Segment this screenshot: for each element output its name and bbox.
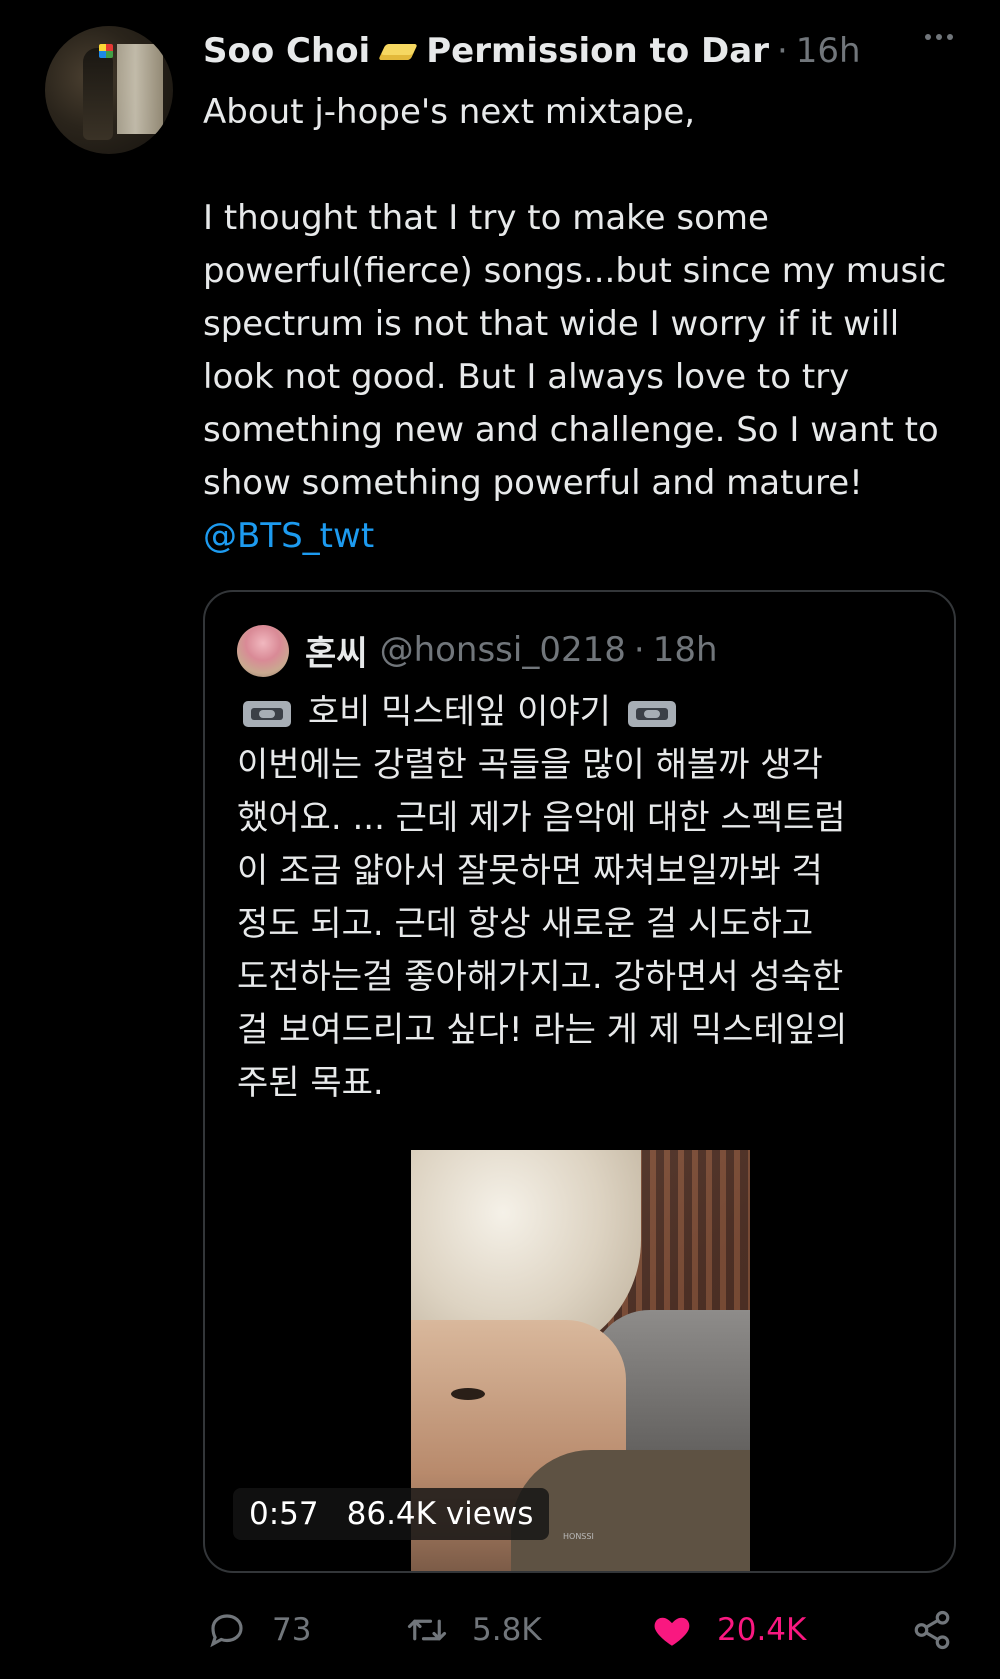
quoted-line: 했어요. ... 근데 제가 음악에 대한 스펙트럼 [237,798,846,838]
share-icon [914,1610,950,1650]
butter-icon [378,36,418,66]
quoted-tweet-text: 호비 믹스테잎 이야기 이번에는 강렬한 곡들을 많이 해볼까 생각 했어요. … [237,686,937,1110]
heart-icon [654,1617,690,1646]
quoted-line: 도전하는걸 좋아해가지고. 강하면서 성숙한 [237,957,844,997]
tweet-actions: 73 5.8K 20.4K [206,1605,966,1655]
tweet-line: About j-hope's next mixtape, [203,92,696,132]
retweet-count: 5.8K [472,1612,542,1648]
retweet-button[interactable]: 5.8K [406,1605,542,1655]
header-separator: · [776,31,788,71]
quoted-tweet-header: 혼씨 @honssi_0218 · 18h [305,622,718,678]
video-duration: 0:57 [249,1496,319,1532]
quoted-line: 이번에는 강렬한 곡들을 많이 해볼까 생각 [237,745,823,785]
avatar-sticker [99,44,113,58]
quoted-line: 주된 목표. [237,1063,384,1103]
tweet-line: spectrum is not that wide I worry if it … [203,304,900,344]
tweet-line [203,139,973,192]
quoted-separator: · [633,630,645,670]
video-info-badge: 0:57 86.4K views [233,1488,550,1540]
tweet-line: I thought that I try to make some [203,198,769,238]
quoted-line: 걸 보여드리고 싶다! 라는 게 제 믹스테잎의 [237,1010,848,1050]
reply-count: 73 [272,1612,312,1648]
tweet-line: show something powerful and mature! [203,463,863,503]
quoted-display-name[interactable]: 혼씨 [305,626,368,675]
tweet-text: About j-hope's next mixtape, I thought t… [203,86,973,563]
avatar-figure [83,48,113,140]
quoted-line: 정도 되고. 근데 항상 새로운 걸 시도하고 [237,904,814,944]
video-watermark: HONSSI [563,1532,594,1541]
quoted-handle[interactable]: @honssi_0218 [380,630,626,670]
vhs-cassette-icon [243,700,291,727]
tweet-header: Soo Choi Permission to Dar · 16h [203,28,963,74]
like-button[interactable]: 20.4K [651,1605,806,1655]
tweet-time[interactable]: 16h [796,31,861,71]
video-eye [451,1388,485,1400]
quoted-line: 이 조금 얇아서 잘못하면 짜쳐보일까봐 걱 [237,851,823,891]
share-button[interactable] [911,1605,977,1655]
reply-icon [210,1614,243,1648]
display-name-suffix[interactable]: Permission to Dar [426,31,769,71]
more-horizontal-icon[interactable] [925,34,953,40]
quoted-time[interactable]: 18h [653,630,718,670]
video-views: 86.4K views [346,1496,534,1532]
tweet-line: something new and challenge. So I want t… [203,410,939,450]
tweet-line: look not good. But I always love to try [203,357,850,397]
quoted-user-avatar[interactable] [237,625,289,677]
tweet-line: powerful(fierce) songs...but since my mu… [203,251,947,291]
mention-link[interactable]: @BTS_twt [203,516,374,556]
avatar-window [117,44,163,134]
quoted-title: 호비 믹스테잎 이야기 [307,692,611,732]
display-name[interactable]: Soo Choi [203,31,370,71]
quoted-tweet[interactable]: 혼씨 @honssi_0218 · 18h 호비 믹스테잎 이야기 이번에는 강… [203,590,956,1573]
reply-button[interactable]: 73 [206,1605,311,1655]
vhs-cassette-icon [627,700,676,727]
quoted-title-line: 호비 믹스테잎 이야기 [237,686,937,739]
user-avatar[interactable] [45,26,173,154]
retweet-icon [407,1619,447,1641]
like-count: 20.4K [717,1612,807,1648]
